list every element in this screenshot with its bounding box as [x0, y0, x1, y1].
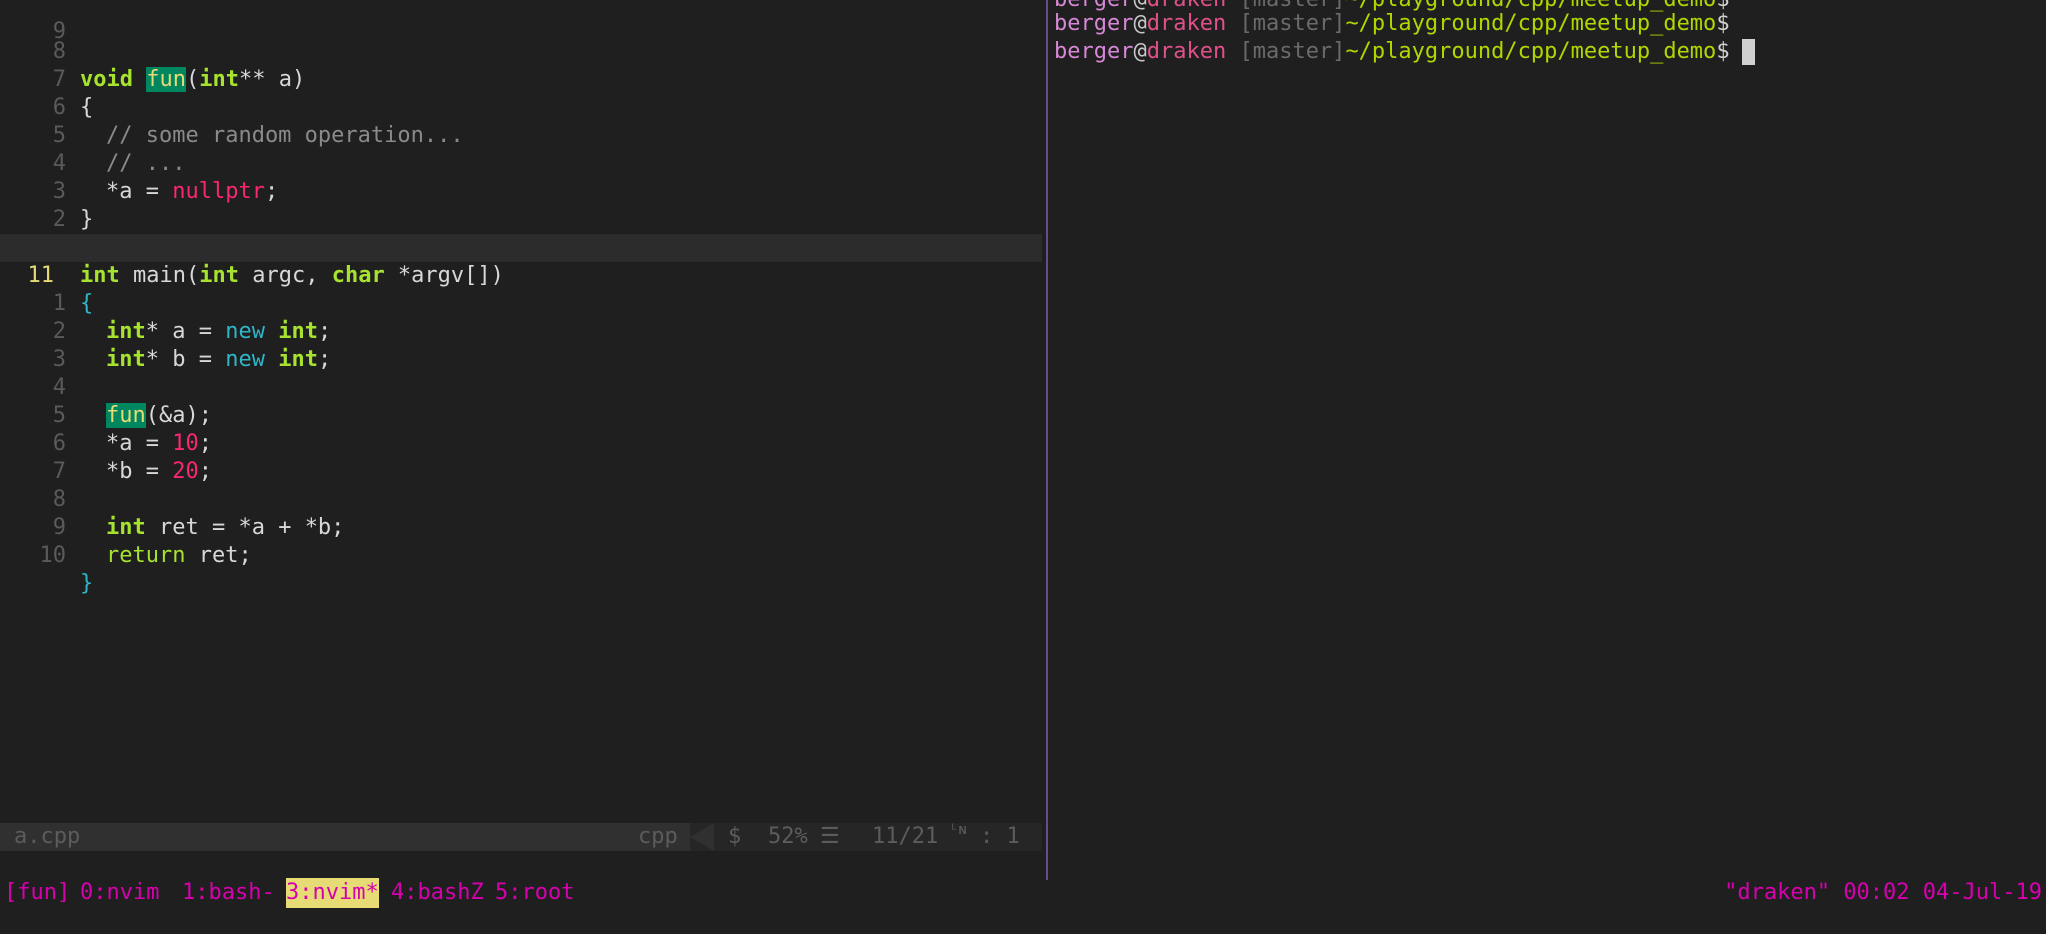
code-line: 9 return ret; — [0, 486, 1042, 568]
code-line: 4 *a = nullptr; — [0, 122, 1042, 204]
code-line: 2 int* b = new int; — [0, 290, 1042, 372]
line-number: 10 — [39, 543, 67, 568]
code-line: 7 — [0, 430, 1042, 484]
powerline-separator-icon — [690, 823, 714, 851]
prompt-line[interactable]: berger@draken [master]~/playground/cpp/m… — [1054, 38, 1755, 66]
tmux-session-name: [fun] — [4, 880, 71, 905]
status-percent: 52% — [768, 824, 808, 849]
status-filetype: cpp — [638, 824, 678, 849]
tmux-window-3-active[interactable]: 3:nvim* — [286, 878, 379, 908]
code-text: } — [80, 571, 94, 596]
pane-divider[interactable] — [1046, 0, 1048, 880]
line-number-icon: ᴸɴ — [950, 822, 967, 838]
code-line: 8 void fun(int** a) — [0, 10, 1042, 92]
code-line: 1 int main(int argc, char *argv[]) — [0, 206, 1042, 288]
status-filename: a.cpp — [0, 823, 690, 851]
vim-statusline: a.cpp cpp $ 52% ☰ 11/21 ᴸɴ : 1 — [0, 823, 1042, 851]
current-code-line[interactable]: 11 { — [0, 234, 1042, 316]
tmux-window-4[interactable]: 4:bashZ — [391, 878, 484, 908]
nvim-editor-pane[interactable]: 9 8 void fun(int** a) 7 { 6 // some rand… — [0, 0, 1042, 880]
code-line: 6 *b = 20; — [0, 402, 1042, 484]
code-line: 6 // some random operation... — [0, 66, 1042, 148]
bash-terminal-pane[interactable]: berger@draken [master]~/playground/cpp/m… — [1052, 0, 2046, 880]
status-column: : 1 — [980, 824, 1020, 849]
tmux-window-1[interactable]: 1:bash- — [182, 878, 275, 908]
hamburger-icon: ☰ — [820, 824, 840, 849]
code-line: 1 int* a = new int; — [0, 262, 1042, 344]
tmux-status-bar: [fun] 0:nvim 1:bash- 3:nvim* 4:bashZ 5:r… — [0, 878, 2046, 908]
tmux-window-0[interactable]: 0:nvim — [80, 878, 159, 908]
status-dollar: $ — [728, 824, 742, 849]
status-position: 11/21 — [872, 824, 939, 849]
tmux-screen: 9 8 void fun(int** a) 7 { 6 // some rand… — [0, 0, 2046, 934]
code-line: 10 } — [0, 514, 1042, 596]
prompt-line: berger@draken [master]~/playground/cpp/m… — [1054, 11, 1730, 36]
code-line: 3 } — [0, 150, 1042, 232]
code-text: return ret; — [106, 543, 252, 568]
code-line: 5 *a = 10; — [0, 374, 1042, 456]
code-line: 7 { — [0, 38, 1042, 120]
code-line: 3 — [0, 318, 1042, 372]
code-line: 4 fun(&a); — [0, 346, 1042, 428]
code-line: 2 — [0, 178, 1042, 232]
tmux-window-5[interactable]: 5:root — [495, 878, 574, 908]
terminal-cursor — [1741, 39, 1755, 65]
code-line: 5 // ... — [0, 94, 1042, 176]
code-line: 8 int ret = *a + *b; — [0, 458, 1042, 540]
tmux-host-clock: "draken" 00:02 04-Jul-19 — [1724, 880, 2042, 905]
